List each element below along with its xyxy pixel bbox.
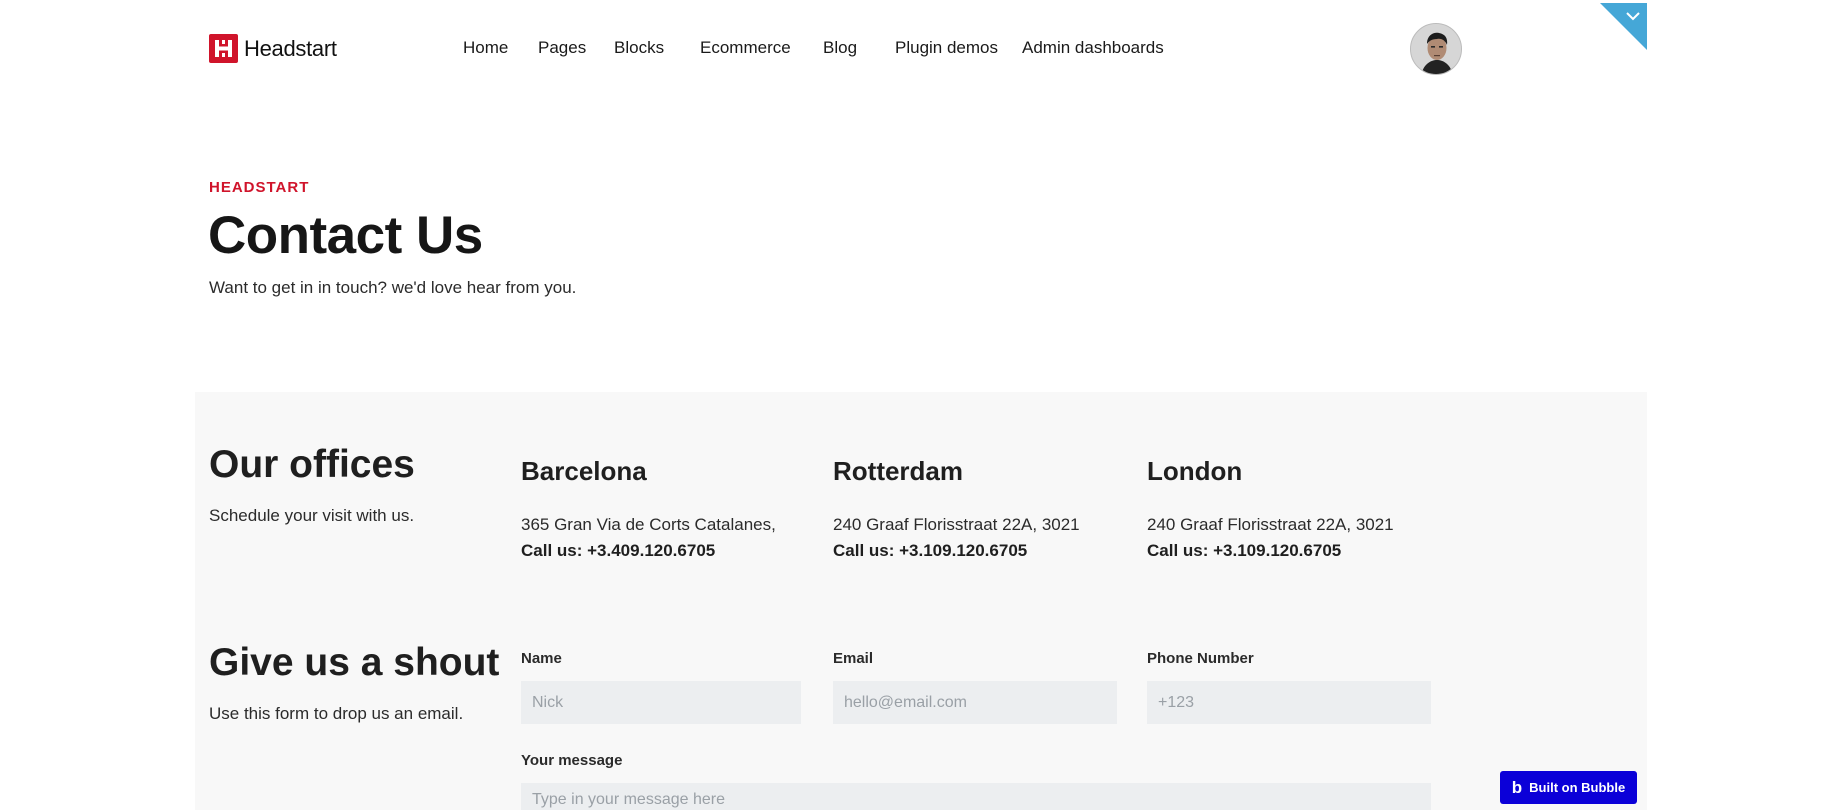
nav-link-admin-dashboards[interactable]: Admin dashboards	[1022, 38, 1164, 58]
page-subtitle: Want to get in in touch? we'd love hear …	[209, 278, 577, 297]
office-city: Barcelona	[521, 456, 647, 486]
phone-label: Phone Number	[1147, 650, 1254, 667]
office-phone: Call us: +3.409.120.6705	[521, 541, 716, 560]
logo-mark-icon	[209, 34, 238, 63]
nav-link-ecommerce[interactable]: Ecommerce	[700, 38, 791, 58]
form-title: Give us a shout	[209, 641, 500, 684]
logo[interactable]: Headstart	[209, 34, 337, 63]
top-navbar: Headstart Home Pages Blocks Ecommerce Bl…	[0, 0, 1830, 100]
office-city: Rotterdam	[833, 456, 964, 486]
name-label: Name	[521, 650, 562, 667]
eyebrow-label: HEADSTART	[209, 179, 310, 196]
office-rotterdam: Rotterdam 240 Graaf Florisstraat 22A, 30…	[833, 456, 1080, 560]
nav-link-plugin-demos[interactable]: Plugin demos	[895, 38, 998, 58]
office-phone: Call us: +3.109.120.6705	[833, 541, 1028, 560]
corner-toggle[interactable]	[1600, 3, 1647, 50]
nav-link-pages[interactable]: Pages	[538, 38, 586, 58]
name-input[interactable]	[521, 681, 801, 724]
nav-link-blog[interactable]: Blog	[823, 38, 857, 58]
office-phone: Call us: +3.109.120.6705	[1147, 541, 1342, 560]
offices-subtitle: Schedule your visit with us.	[209, 506, 415, 525]
office-address: 365 Gran Via de Corts Catalanes,	[521, 515, 776, 534]
page-title: Contact Us	[208, 206, 483, 265]
offices-title: Our offices	[209, 443, 415, 486]
nav-link-blocks[interactable]: Blocks	[614, 38, 664, 58]
built-on-bubble-badge[interactable]: b Built on Bubble	[1500, 771, 1637, 804]
email-input[interactable]	[833, 681, 1117, 724]
phone-input[interactable]	[1147, 681, 1431, 724]
office-city: London	[1147, 456, 1243, 486]
user-avatar[interactable]	[1410, 23, 1462, 75]
bubble-logo-icon: b	[1511, 778, 1523, 797]
avatar-portrait-icon	[1411, 24, 1461, 74]
message-label: Your message	[521, 752, 623, 769]
office-barcelona: Barcelona 365 Gran Via de Corts Catalane…	[521, 456, 776, 560]
message-textarea[interactable]	[521, 783, 1431, 810]
email-label: Email	[833, 650, 874, 667]
form-subtitle: Use this form to drop us an email.	[209, 704, 464, 723]
nav-link-home[interactable]: Home	[463, 38, 508, 58]
badge-label: Built on Bubble	[1529, 780, 1626, 795]
office-london: London 240 Graaf Florisstraat 22A, 3021 …	[1147, 456, 1394, 560]
logo-text: Headstart	[244, 35, 337, 61]
office-address: 240 Graaf Florisstraat 22A, 3021	[833, 515, 1080, 534]
office-address: 240 Graaf Florisstraat 22A, 3021	[1147, 515, 1394, 534]
